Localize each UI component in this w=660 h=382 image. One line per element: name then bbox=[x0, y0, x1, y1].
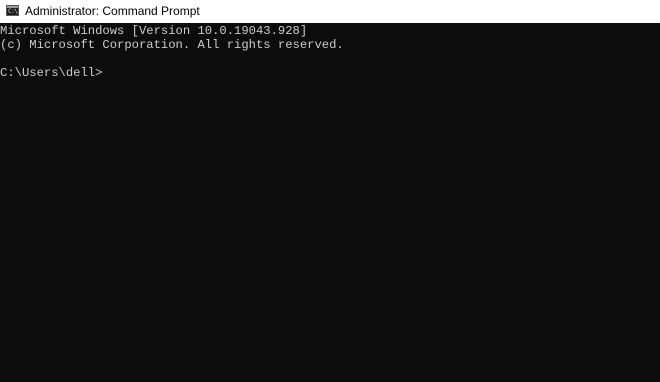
console-prompt: C:\Users\dell> bbox=[0, 66, 103, 80]
console-line-copyright: (c) Microsoft Corporation. All rights re… bbox=[0, 38, 344, 52]
cmd-icon-glyph: C:\ bbox=[8, 8, 18, 15]
console-prompt-line[interactable]: C:\Users\dell> bbox=[0, 66, 109, 81]
console-line-version: Microsoft Windows [Version 10.0.19043.92… bbox=[0, 24, 308, 38]
console-area[interactable]: Microsoft Windows [Version 10.0.19043.92… bbox=[0, 23, 660, 382]
cmd-icon[interactable]: C:\ bbox=[6, 5, 19, 16]
command-prompt-window: C:\ Administrator: Command Prompt Micros… bbox=[0, 0, 660, 382]
window-title: Administrator: Command Prompt bbox=[25, 4, 200, 18]
title-bar[interactable]: C:\ Administrator: Command Prompt bbox=[0, 0, 660, 23]
